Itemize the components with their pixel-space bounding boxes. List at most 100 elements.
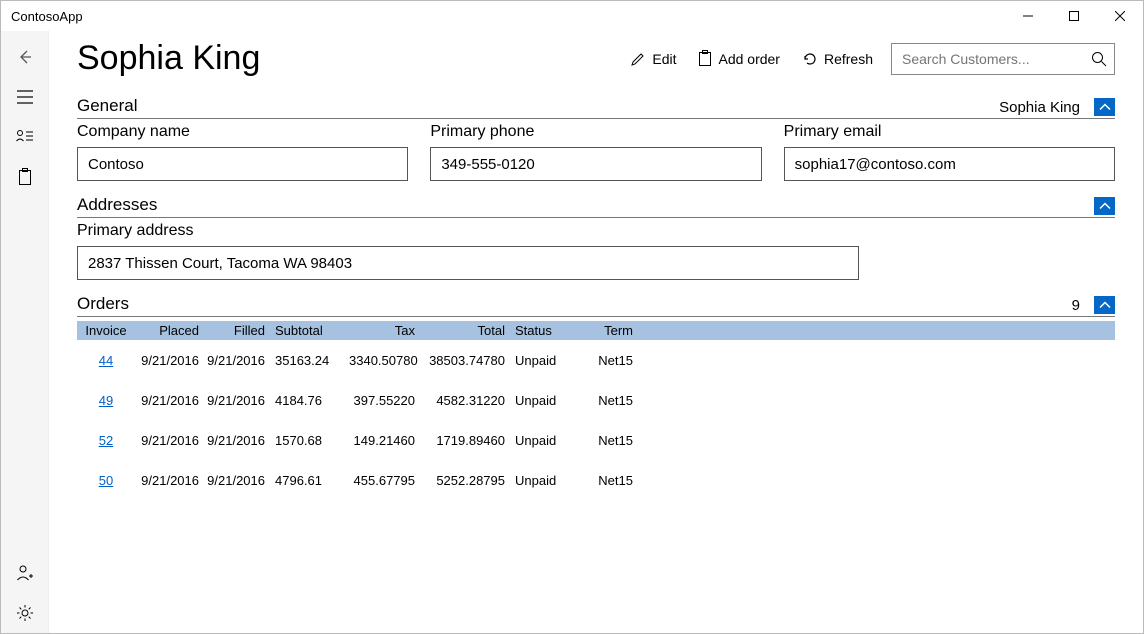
maximize-button[interactable] (1051, 1, 1097, 31)
table-row[interactable]: 499/21/20169/21/20164184.76397.552204582… (77, 380, 1115, 420)
table-row[interactable]: 449/21/20169/21/201635163.243340.5078038… (77, 340, 1115, 380)
settings-nav[interactable] (1, 593, 49, 633)
cell-subtotal: 35163.24 (269, 351, 345, 370)
add-order-button[interactable]: Add order (696, 46, 781, 71)
addresses-collapse-button[interactable] (1094, 197, 1115, 215)
cell-term: Net15 (575, 431, 637, 450)
page-title: Sophia King (77, 39, 628, 78)
company-label: Company name (77, 123, 408, 141)
cell-status: Unpaid (509, 351, 575, 370)
edit-label: Edit (652, 51, 676, 67)
minimize-icon (1023, 11, 1033, 21)
orders-table-header: Invoice Placed Filled Subtotal Tax Total… (77, 321, 1115, 340)
invoice-link[interactable]: 44 (99, 353, 113, 368)
general-section-title: General (77, 96, 999, 116)
col-term[interactable]: Term (575, 321, 637, 340)
chevron-up-icon (1099, 301, 1111, 309)
cell-subtotal: 4796.61 (269, 471, 345, 490)
chevron-up-icon (1099, 202, 1111, 210)
cell-term: Net15 (575, 351, 637, 370)
person-plus-icon (16, 564, 34, 582)
invoice-link[interactable]: 50 (99, 473, 113, 488)
cell-term: Net15 (575, 391, 637, 410)
body: Sophia King Edit Add order Refresh (1, 31, 1143, 633)
col-invoice[interactable]: Invoice (77, 321, 135, 340)
company-field: Company name (77, 123, 408, 181)
table-row[interactable]: 509/21/20169/21/20164796.61455.677955252… (77, 460, 1115, 500)
back-button[interactable] (1, 37, 49, 77)
general-section: General Sophia King Company name Primary… (77, 96, 1115, 181)
clipboard-icon (18, 168, 32, 186)
search-icon (1091, 51, 1107, 67)
addresses-section-head: Addresses (77, 195, 1115, 218)
phone-label: Primary phone (430, 123, 761, 141)
minimize-button[interactable] (1005, 1, 1051, 31)
menu-button[interactable] (1, 77, 49, 117)
close-icon (1115, 11, 1125, 21)
add-user-nav[interactable] (1, 553, 49, 593)
general-collapse-button[interactable] (1094, 98, 1115, 116)
primary-address-label: Primary address (77, 222, 1115, 240)
orders-nav[interactable] (1, 157, 49, 197)
edit-button[interactable]: Edit (628, 47, 678, 71)
col-total[interactable]: Total (419, 321, 509, 340)
orders-collapse-button[interactable] (1094, 296, 1115, 314)
orders-section-title: Orders (77, 294, 1072, 314)
cell-filled: 9/21/2016 (203, 351, 269, 370)
col-filled[interactable]: Filled (203, 321, 269, 340)
app-window: ContosoApp (0, 0, 1144, 634)
addresses-section-title: Addresses (77, 195, 1094, 215)
cell-total: 5252.28795 (419, 471, 509, 490)
cell-placed: 9/21/2016 (135, 351, 203, 370)
cell-term: Net15 (575, 471, 637, 490)
addresses-section: Addresses Primary address (77, 195, 1115, 280)
customers-nav[interactable] (1, 117, 49, 157)
email-input[interactable] (784, 147, 1115, 181)
col-subtotal[interactable]: Subtotal (269, 321, 345, 340)
col-placed[interactable]: Placed (135, 321, 203, 340)
orders-section-head: Orders 9 (77, 294, 1115, 317)
clipboard-icon (698, 50, 712, 67)
gear-icon (16, 604, 34, 622)
sidebar (1, 31, 49, 633)
title-bar: ContosoApp (1, 1, 1143, 31)
company-input[interactable] (77, 147, 408, 181)
table-row[interactable]: 529/21/20169/21/20161570.68149.214601719… (77, 420, 1115, 460)
cell-placed: 9/21/2016 (135, 471, 203, 490)
invoice-link[interactable]: 52 (99, 433, 113, 448)
general-fields: Company name Primary phone Primary email (77, 123, 1115, 181)
cell-tax: 455.67795 (345, 471, 419, 490)
primary-address-field: Primary address (77, 222, 1115, 280)
orders-count: 9 (1072, 297, 1080, 314)
cell-placed: 9/21/2016 (135, 391, 203, 410)
phone-input[interactable] (430, 147, 761, 181)
col-tax[interactable]: Tax (345, 321, 419, 340)
refresh-label: Refresh (824, 51, 873, 67)
cell-total: 38503.74780 (419, 351, 509, 370)
cell-status: Unpaid (509, 431, 575, 450)
cell-subtotal: 1570.68 (269, 431, 345, 450)
hamburger-icon (17, 90, 33, 104)
search-input[interactable] (891, 43, 1115, 75)
cell-filled: 9/21/2016 (203, 471, 269, 490)
arrow-left-icon (16, 48, 34, 66)
phone-field: Primary phone (430, 123, 761, 181)
refresh-button[interactable]: Refresh (800, 47, 875, 71)
cell-filled: 9/21/2016 (203, 431, 269, 450)
chevron-up-icon (1099, 103, 1111, 111)
add-order-label: Add order (718, 51, 779, 67)
cell-status: Unpaid (509, 391, 575, 410)
col-status[interactable]: Status (509, 321, 575, 340)
cell-tax: 149.21460 (345, 431, 419, 450)
main-content: Sophia King Edit Add order Refresh (49, 31, 1143, 633)
refresh-icon (802, 51, 818, 67)
search-wrap (891, 43, 1115, 75)
cell-total: 1719.89460 (419, 431, 509, 450)
primary-address-input[interactable] (77, 246, 859, 280)
page-header: Sophia King Edit Add order Refresh (77, 39, 1115, 78)
close-button[interactable] (1097, 1, 1143, 31)
cell-filled: 9/21/2016 (203, 391, 269, 410)
window-controls (1005, 1, 1143, 31)
orders-table-body: 449/21/20169/21/201635163.243340.5078038… (77, 340, 1115, 500)
invoice-link[interactable]: 49 (99, 393, 113, 408)
